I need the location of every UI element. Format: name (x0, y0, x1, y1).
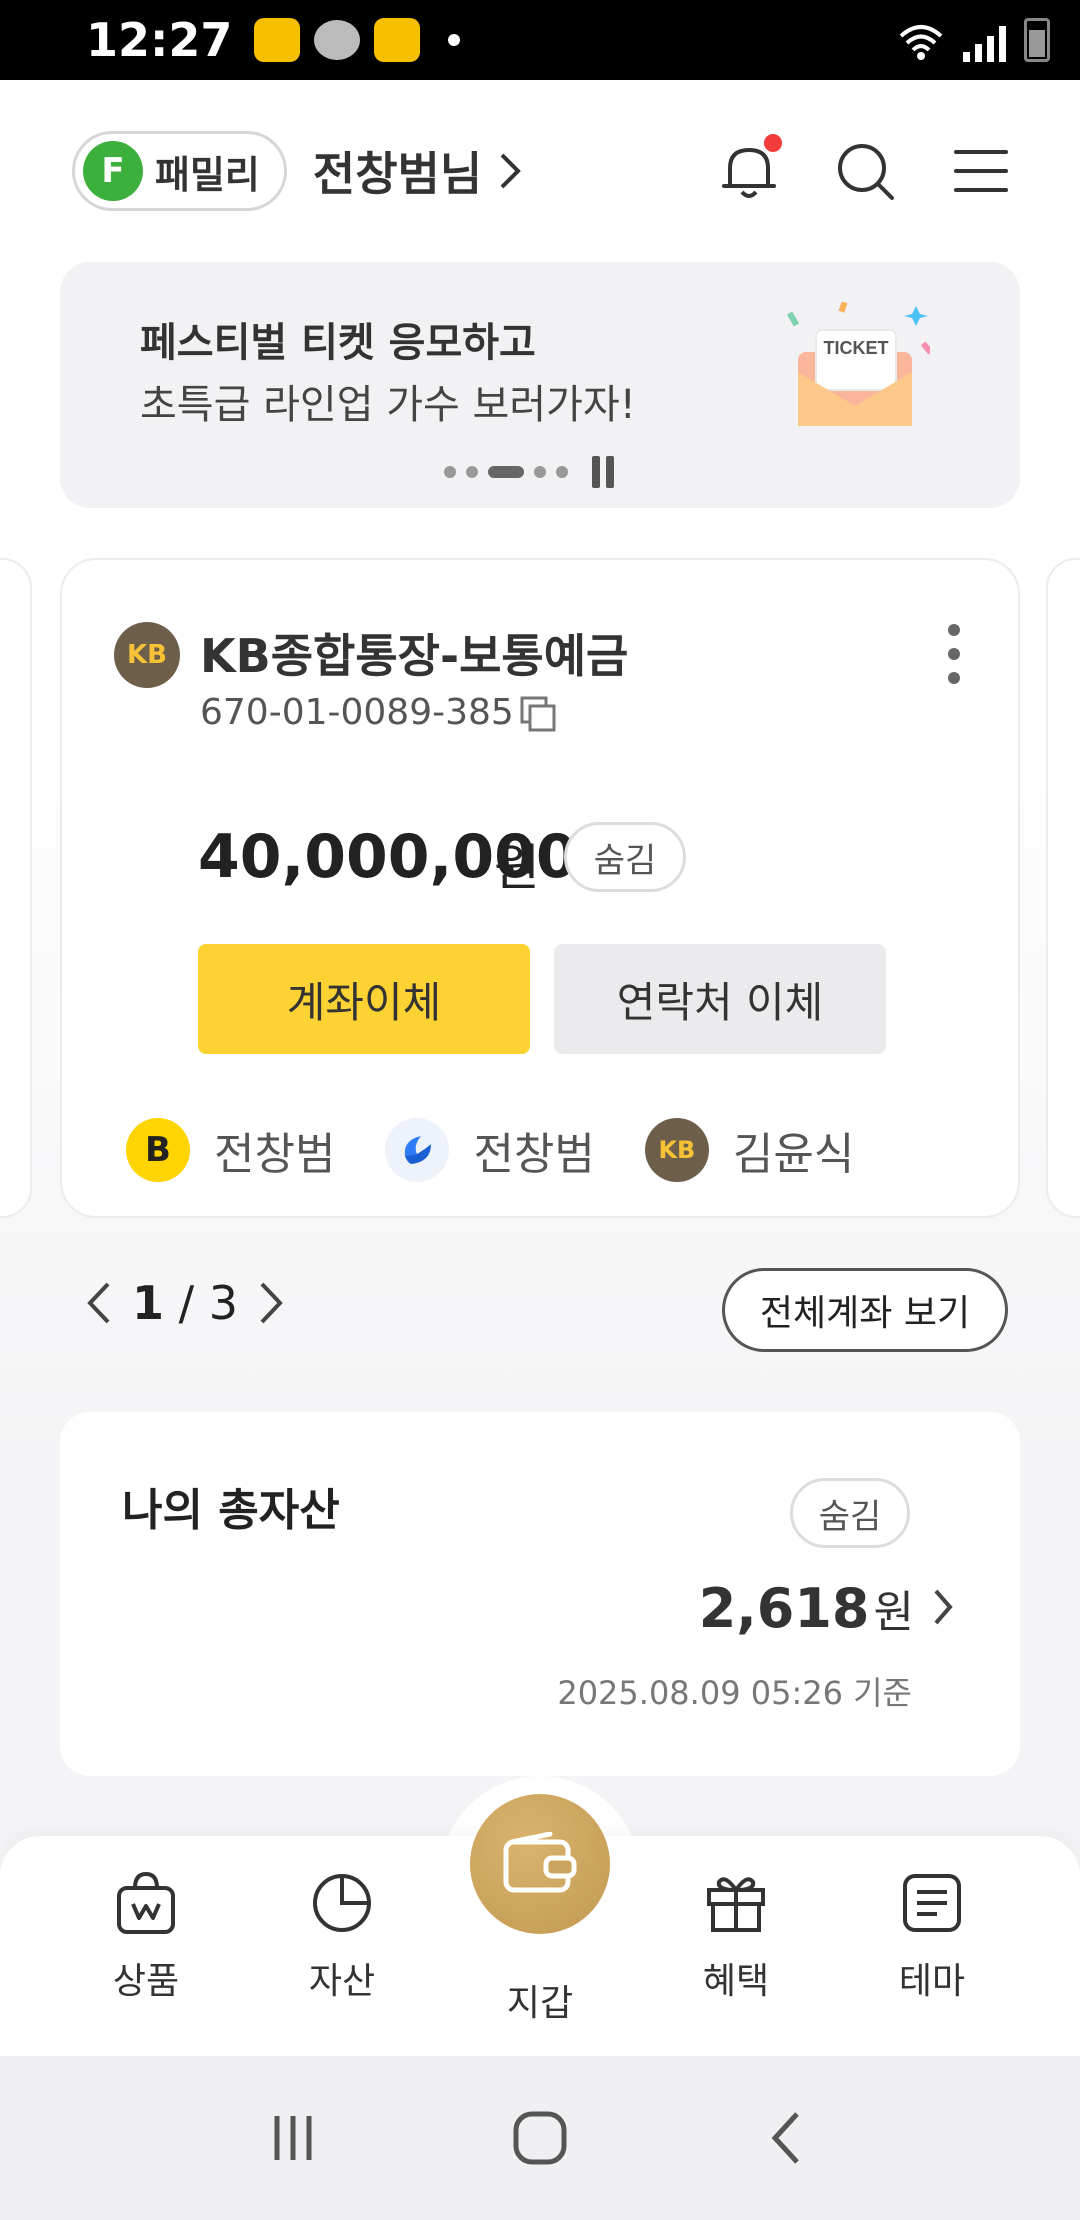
status-time: 12:27 (86, 13, 233, 67)
system-status-icons (897, 18, 1050, 62)
account-name[interactable]: KB종합통장-보통예금 (200, 620, 628, 686)
view-all-accounts-button[interactable]: 전체계좌 보기 (722, 1268, 1008, 1352)
nav-label: 혜택 (702, 1961, 770, 2002)
home-icon[interactable] (510, 2108, 570, 2168)
assets-timestamp: 2025.08.09 05:26 기준 (557, 1674, 912, 1712)
banner-subtitle: 초특급 라인업 가수 보러가자! (140, 382, 636, 428)
recipient-name: 김윤식 (732, 1129, 855, 1180)
nav-label: 상품 (112, 1961, 180, 2002)
menu-icon[interactable] (950, 140, 1012, 202)
recipient-bank-icon: B (126, 1118, 190, 1182)
chevron-right-icon[interactable] (258, 1280, 284, 1326)
chevron-right-icon (934, 1589, 953, 1625)
chat-notification-icon (314, 20, 361, 60)
family-badge-icon: F (83, 141, 143, 201)
nav-label: 테마 (898, 1961, 966, 2002)
recent-recipient[interactable]: KB 김윤식 (644, 1118, 855, 1182)
status-bar: 12:27 (0, 0, 1080, 80)
promo-banner[interactable]: 페스티벌 티켓 응모하고 초특급 라인업 가수 보러가자! TICKET (60, 262, 1020, 508)
chevron-left-icon[interactable] (86, 1280, 112, 1326)
nav-item-assets[interactable]: 자산 (262, 1870, 422, 2004)
kb-app-notification-icon (254, 18, 301, 62)
recipient-name: 전창범 (473, 1129, 595, 1180)
ticket-envelope-icon: TICKET (786, 302, 930, 426)
balance-unit: 원 (494, 839, 540, 897)
recipient-name: 전창범 (214, 1129, 336, 1180)
assets-amount: 2,618 (698, 1577, 870, 1640)
kb-bank-logo: KB (114, 622, 180, 688)
notification-dot (764, 134, 782, 152)
shopping-bag-icon (117, 1871, 175, 1934)
assets-title: 나의 총자산 (122, 1485, 340, 1536)
nav-item-benefits[interactable]: 혜택 (656, 1870, 816, 2004)
signal-icon (963, 26, 1006, 62)
hide-assets-button[interactable]: 숨김 (790, 1478, 910, 1548)
account-transfer-button[interactable]: 계좌이체 (198, 944, 530, 1054)
nav-item-products[interactable]: 상품 (66, 1870, 226, 2004)
pager-total: 3 (208, 1276, 239, 1330)
previous-account-card[interactable] (0, 558, 32, 1218)
wifi-icon (899, 25, 943, 60)
wallet-icon (503, 1832, 577, 1893)
account-pager: 1 / 3 (86, 1276, 284, 1330)
notification-icons (254, 18, 461, 62)
account-card: KB KB종합통장-보통예금 670-01-0089-385 40,000,00… (60, 558, 1020, 1218)
recent-recipient[interactable]: 전창범 (385, 1118, 595, 1182)
banner-dot-active[interactable] (488, 466, 524, 478)
family-label: 패밀리 (155, 152, 260, 197)
assets-amount-unit: 원 (873, 1587, 914, 1638)
more-options-icon[interactable] (944, 624, 964, 684)
wallet-button[interactable] (470, 1794, 610, 1934)
battery-icon (1024, 18, 1050, 62)
nav-item-theme[interactable]: 테마 (852, 1870, 1012, 2004)
notifications-button[interactable] (718, 134, 782, 202)
pause-icon[interactable] (592, 456, 614, 488)
banner-dot[interactable] (534, 466, 546, 478)
banner-pagination (444, 456, 614, 488)
nav-label: 자산 (308, 1961, 376, 2002)
next-account-card[interactable] (1046, 558, 1080, 1218)
recent-recipients: B 전창범 전창범 KB 김윤식 (126, 1118, 904, 1182)
recipient-bank-icon: KB (644, 1118, 709, 1182)
gift-icon (707, 1877, 765, 1932)
recent-apps-icon[interactable] (263, 2108, 323, 2168)
ticket-text: TICKET (824, 338, 889, 358)
pie-chart-icon (313, 1874, 371, 1932)
system-navigation-bar (0, 2056, 1080, 2220)
back-icon[interactable] (757, 2108, 817, 2168)
pager-separator: / (178, 1276, 195, 1330)
nav-item-wallet[interactable]: 지갑 (460, 1958, 620, 2026)
banner-dot[interactable] (466, 466, 478, 478)
total-assets-card[interactable]: 나의 총자산 숨김 2,618 원 2025.08.09 05:26 기준 (60, 1412, 1020, 1776)
recent-recipient[interactable]: B 전창범 (126, 1118, 335, 1182)
banner-dot[interactable] (444, 466, 456, 478)
app-notification-icon (374, 18, 421, 62)
header-actions (718, 134, 1012, 202)
account-number: 670-01-0089-385 (200, 692, 514, 733)
assets-amount-row[interactable]: 2,618 원 (699, 1576, 954, 1640)
user-name-link[interactable]: 전창범님 (313, 138, 482, 204)
pager-current: 1 (132, 1276, 165, 1330)
more-notifications-icon (448, 34, 461, 46)
document-icon (903, 1874, 961, 1932)
toss-bank-icon (385, 1118, 450, 1182)
contact-transfer-button[interactable]: 연락처 이체 (554, 944, 886, 1054)
nav-label: 지갑 (506, 1983, 574, 2024)
chevron-right-icon[interactable] (498, 151, 522, 191)
banner-dot[interactable] (556, 466, 568, 478)
pager-text: 1 / 3 (132, 1276, 238, 1330)
copy-icon[interactable] (518, 694, 558, 734)
family-mode-button[interactable]: F 패밀리 (72, 131, 287, 211)
banner-title: 페스티벌 티켓 응모하고 (140, 320, 536, 366)
search-icon[interactable] (834, 140, 896, 202)
app-header: F 패밀리 전창범님 (72, 130, 1012, 212)
hide-balance-button[interactable]: 숨김 (564, 822, 686, 892)
